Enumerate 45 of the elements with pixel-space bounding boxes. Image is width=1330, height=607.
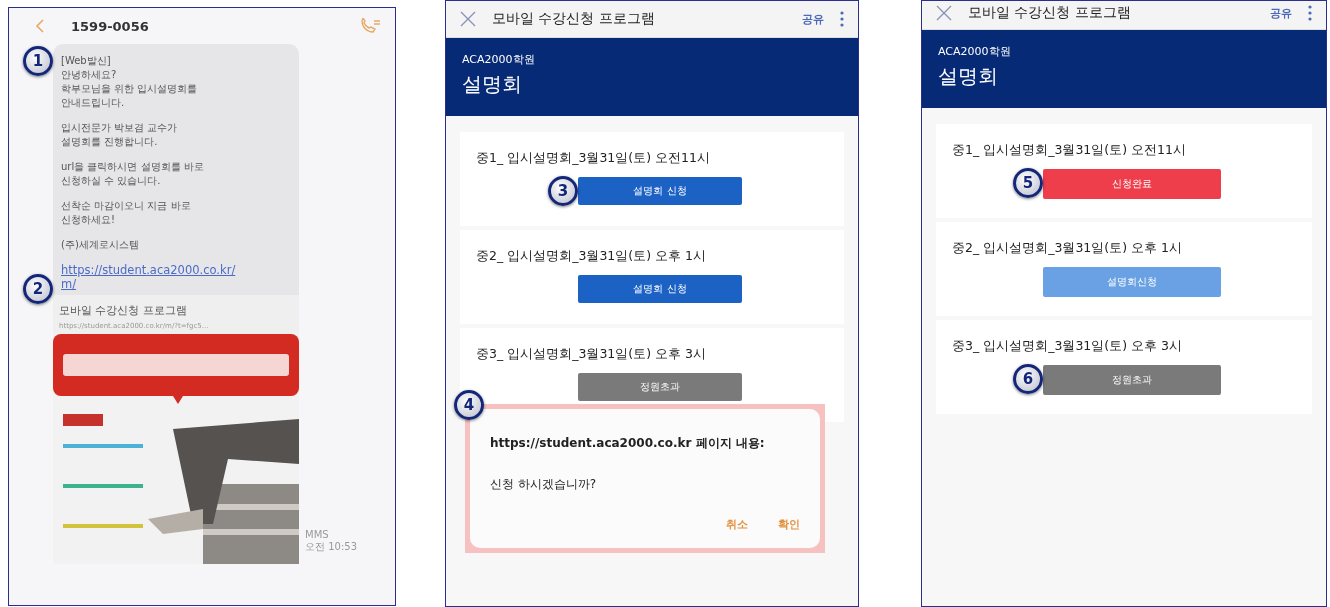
session-title: 중1_ 입시설명회_3월31일(토) 오전11시 — [952, 142, 1187, 159]
step-marker: 4 — [454, 390, 484, 420]
page-title: 모바일 수강신청 프로그램 — [492, 10, 655, 28]
dialog-message: 신청 하시겠습니까? — [490, 476, 598, 493]
session-title: 중3_ 입시설명회_3월31일(토) 오후 3시 — [952, 338, 1183, 355]
share-link[interactable]: 공유 — [1270, 5, 1292, 21]
close-icon[interactable] — [460, 11, 476, 27]
step-marker: 1 — [23, 46, 53, 76]
message-text: 선착순 마감이오니 지금 바로 신청하세요! — [60, 199, 192, 227]
session-title: 중2_ 입시설명회_3월31일(토) 오후 1시 — [952, 240, 1183, 257]
page-heading: 설명회 — [938, 63, 999, 90]
message-text: 입시전문가 박보겸 교수가 설명회를 진행합니다. — [60, 121, 179, 149]
message-time: 오전 10:53 — [305, 540, 357, 554]
session-title: 중2_ 입시설명회_3월31일(토) 오후 1시 — [476, 248, 707, 265]
academy-name: ACA2000학원 — [462, 52, 536, 67]
apply-button[interactable]: 정원초과 — [1043, 365, 1221, 395]
more-icon[interactable] — [840, 11, 844, 27]
apply-button[interactable]: 설명회 신청 — [578, 275, 742, 303]
apply-button[interactable]: 정원초과 — [578, 373, 742, 401]
message-text: url을 클릭하시면 설명회를 바로 신청하실 수 있습니다. — [60, 160, 205, 188]
academy-name: ACA2000학원 — [938, 44, 1012, 59]
step-marker: 5 — [1013, 168, 1043, 198]
preview-title: 모바일 수강신청 프로그램 — [58, 303, 188, 319]
step-marker: 6 — [1013, 364, 1043, 394]
apply-button[interactable]: 신청완료 — [1043, 169, 1221, 199]
apply-button[interactable]: 설명회 신청 — [578, 177, 742, 205]
session-title: 중1_ 입시설명회_3월31일(토) 오전11시 — [476, 150, 711, 167]
message-link[interactable]: https://student.aca2000.co.kr/ m/ — [53, 263, 299, 291]
page-heading: 설명회 — [462, 71, 523, 98]
message-type: MMS — [305, 529, 330, 540]
close-icon[interactable] — [936, 5, 952, 21]
step-marker: 3 — [548, 176, 578, 206]
back-icon[interactable] — [35, 19, 45, 33]
session-title: 중3_ 입시설명회_3월31일(토) 오후 3시 — [476, 346, 707, 363]
share-link[interactable]: 공유 — [802, 11, 824, 27]
phone-icon[interactable] — [359, 18, 381, 34]
message-text: [Web발신] 안녕하세요? 학부모님을 위한 입시설명회를 안내드립니다. — [60, 54, 199, 110]
sender-number: 1599-0056 — [71, 18, 149, 34]
message-text: (주)세계로시스템 — [60, 238, 140, 252]
page-title: 모바일 수강신청 프로그램 — [968, 4, 1131, 22]
step-marker: 2 — [23, 274, 53, 304]
cancel-button[interactable]: 취소 — [726, 517, 748, 532]
dialog-title: https://student.aca2000.co.kr 페이지 내용: — [490, 435, 766, 452]
more-icon[interactable] — [1308, 5, 1312, 21]
confirm-button[interactable]: 확인 — [778, 517, 800, 532]
